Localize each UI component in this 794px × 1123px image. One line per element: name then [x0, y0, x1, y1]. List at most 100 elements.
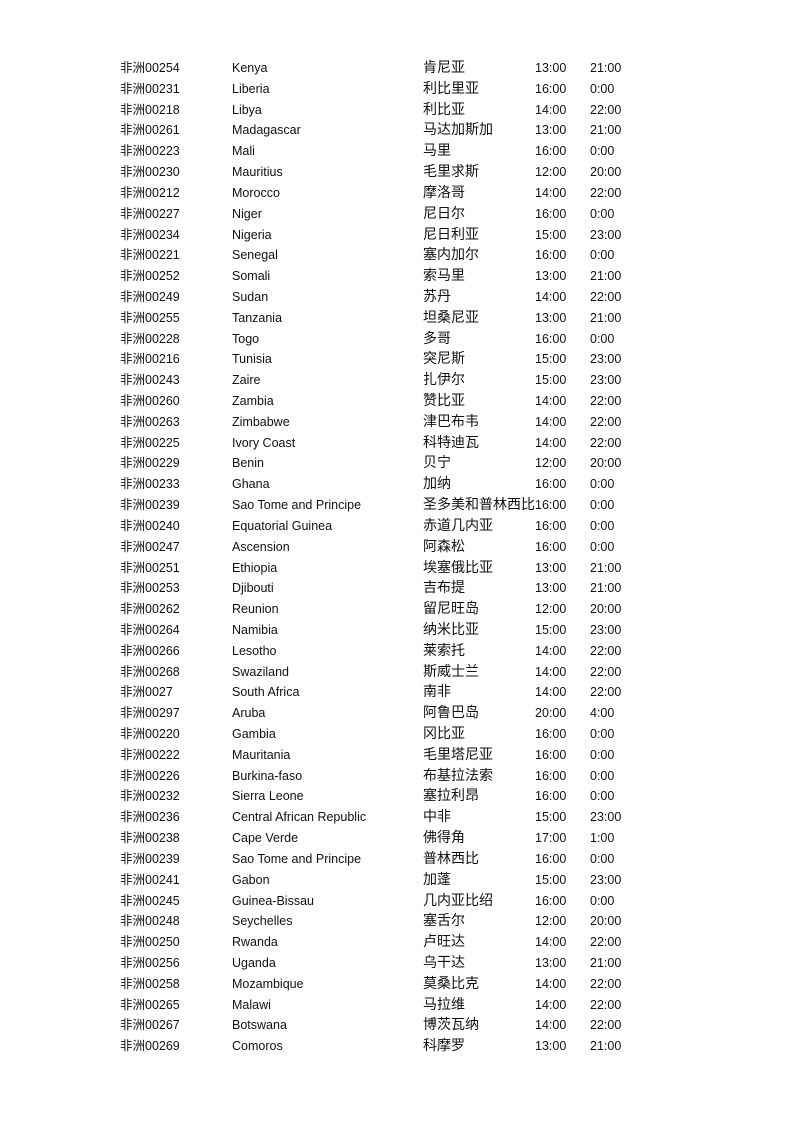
end-time-cell: 22:00 — [590, 289, 622, 304]
country-name-en-cell: Tanzania — [232, 310, 283, 325]
table-row: 非洲00229 Benin 贝宁 12:00 20:00 — [0, 453, 794, 474]
country-name-zh-cell: 扎伊尔 — [423, 372, 465, 389]
start-time-cell: 15:00 — [535, 872, 567, 887]
start-time-cell: 16:00 — [535, 727, 567, 741]
country-code-cell: 非洲00223 — [120, 144, 180, 159]
table-row: 非洲00230 Mauritius 毛里求斯 12:00 20:00 — [0, 162, 794, 183]
table-row: 非洲00269 Comoros 科摩罗 13:00 21:00 — [0, 1036, 794, 1057]
start-time-cell: 14:00 — [535, 102, 567, 117]
end-time-cell: 1:00 — [590, 831, 615, 846]
country-code-cell: 非洲00266 — [120, 643, 180, 658]
country-name-zh-cell: 塞舌尔 — [423, 913, 465, 930]
end-time-cell: 20:00 — [590, 602, 622, 617]
country-code-cell: 非洲0027 — [120, 685, 173, 700]
country-name-zh-cell: 莫桑比克 — [423, 975, 479, 992]
start-time-cell: 14:00 — [535, 435, 567, 450]
start-time-cell: 15:00 — [535, 373, 567, 388]
start-time-cell: 16:00 — [535, 768, 567, 783]
table-row: 非洲00252 Somali 索马里 13:00 21:00 — [0, 266, 794, 287]
country-name-en-cell: Zaire — [232, 373, 261, 388]
table-row: 非洲00223 Mali 马里 16:00 0:00 — [0, 141, 794, 162]
end-time-cell: 0:00 — [590, 206, 615, 221]
country-code-cell: 非洲00216 — [120, 352, 180, 367]
country-name-zh-cell: 布基拉法索 — [423, 767, 493, 784]
start-time-cell: 14:00 — [535, 685, 567, 700]
table-row: 非洲00222 Mauritania 毛里塔尼亚 16:00 0:00 — [0, 745, 794, 766]
table-row: 非洲00240 Equatorial Guinea 赤道几内亚 16:00 0:00 — [0, 516, 794, 537]
country-code-cell: 非洲00251 — [120, 560, 180, 575]
table-row: 非洲00239 Sao Tome and Principe 普林西比 16:00 0:0… — [0, 849, 794, 870]
country-name-zh-cell: 几内亚比绍 — [423, 892, 493, 909]
end-time-cell: 21:00 — [590, 560, 622, 575]
country-code-cell: 非洲00260 — [120, 394, 180, 408]
table-row: 非洲00256 Uganda 乌干达 13:00 21:00 — [0, 953, 794, 974]
country-code-cell: 非洲00256 — [120, 955, 180, 970]
country-name-en-cell: Benin — [232, 456, 264, 471]
start-time-cell: 16:00 — [535, 144, 567, 159]
end-time-cell: 0:00 — [590, 539, 615, 554]
start-time-cell: 16:00 — [535, 248, 567, 263]
table-row: 非洲00245 Guinea-Bissau 几内亚比绍 16:00 0:00 — [0, 891, 794, 912]
country-name-en-cell: Morocco — [232, 185, 280, 200]
country-code-cell: 非洲00297 — [120, 706, 180, 721]
start-time-cell: 16:00 — [535, 747, 567, 762]
start-time-cell: 14:00 — [535, 414, 567, 429]
start-time-cell: 15:00 — [535, 352, 567, 367]
country-name-zh-cell: 中非 — [423, 809, 451, 826]
country-name-en-cell: Mozambique — [232, 976, 304, 991]
country-time-table: 非洲00254 Kenya 肯尼亚 13:00 21:00 非洲00231 Liberia 利… — [0, 58, 794, 1057]
country-name-zh-cell: 多哥 — [423, 330, 451, 347]
table-row: 非洲00251 Ethiopia 埃塞俄比亚 13:00 21:00 — [0, 558, 794, 579]
table-row: 非洲00264 Namibia 纳米比亚 15:00 23:00 — [0, 620, 794, 641]
end-time-cell: 22:00 — [590, 435, 622, 450]
country-code-cell: 非洲00268 — [120, 664, 180, 679]
start-time-cell: 17:00 — [535, 831, 567, 846]
country-name-en-cell: Togo — [232, 331, 260, 346]
country-name-en-cell: Equatorial Guinea — [232, 518, 333, 533]
country-name-en-cell: Cape Verde — [232, 831, 299, 846]
table-row: 非洲00249 Sudan 苏丹 14:00 22:00 — [0, 287, 794, 308]
table-row: 非洲00239 Sao Tome and Principe 圣多美和普林西比 16:0… — [0, 495, 794, 516]
country-name-zh-cell: 利比亚 — [423, 101, 465, 118]
end-time-cell: 21:00 — [590, 269, 622, 284]
country-name-zh-cell: 纳米比亚 — [423, 621, 479, 638]
end-time-cell: 22:00 — [590, 102, 622, 117]
country-code-cell: 非洲00269 — [120, 1039, 180, 1054]
country-name-zh-cell: 阿森松 — [423, 538, 465, 555]
country-name-zh-cell: 南非 — [423, 684, 451, 701]
country-code-cell: 非洲00238 — [120, 831, 180, 846]
table-row: 非洲00238 Cape Verde 佛得角 17:00 1:00 — [0, 828, 794, 849]
table-row: 非洲00227 Niger 尼日尔 16:00 0:00 — [0, 204, 794, 225]
country-code-cell: 非洲00218 — [120, 102, 180, 117]
country-code-cell: 非洲00240 — [120, 518, 180, 533]
table-row: 非洲00258 Mozambique 莫桑比克 14:00 22:00 — [0, 974, 794, 995]
end-time-cell: 22:00 — [590, 1018, 622, 1033]
table-row: 非洲00253 Djibouti 吉布提 13:00 21:00 — [0, 578, 794, 599]
start-time-cell: 16:00 — [535, 789, 567, 804]
country-name-en-cell: Djibouti — [232, 581, 274, 596]
country-name-zh-cell: 埃塞俄比亚 — [423, 559, 493, 576]
country-code-cell: 非洲00228 — [120, 331, 180, 346]
table-row: 非洲00241 Gabon 加蓬 15:00 23:00 — [0, 870, 794, 891]
country-name-zh-cell: 科特迪瓦 — [423, 434, 479, 451]
country-name-en-cell: Kenya — [232, 61, 268, 75]
end-time-cell: 0:00 — [590, 477, 615, 492]
table-row: 非洲00268 Swaziland 斯威士兰 14:00 22:00 — [0, 662, 794, 683]
start-time-cell: 13:00 — [535, 123, 567, 138]
country-code-cell: 非洲00230 — [120, 165, 180, 180]
start-time-cell: 16:00 — [535, 539, 567, 554]
country-name-en-cell: Rwanda — [232, 935, 278, 950]
country-name-zh-cell: 莱索托 — [423, 642, 465, 659]
end-time-cell: 22:00 — [590, 643, 622, 658]
table-row: 非洲00266 Lesotho 莱索托 14:00 22:00 — [0, 641, 794, 662]
country-name-en-cell: Reunion — [232, 602, 279, 617]
country-name-en-cell: Senegal — [232, 248, 278, 263]
country-code-cell: 非洲00249 — [120, 289, 180, 304]
country-name-en-cell: Sierra Leone — [232, 789, 304, 804]
country-code-cell: 非洲00241 — [120, 872, 180, 887]
country-code-cell: 非洲00245 — [120, 893, 180, 908]
end-time-cell: 0:00 — [590, 331, 615, 346]
country-code-cell: 非洲00229 — [120, 456, 180, 471]
table-row: 非洲00220 Gambia 冈比亚 16:00 0:00 — [0, 724, 794, 745]
country-name-zh-cell: 塞内加尔 — [423, 247, 479, 264]
